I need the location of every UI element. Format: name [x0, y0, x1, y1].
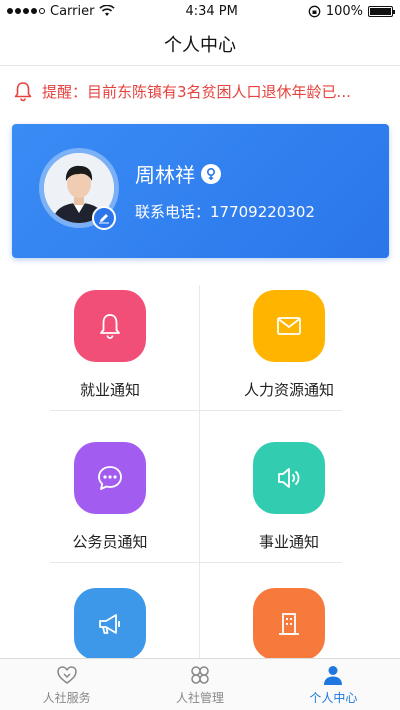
notice-banner[interactable]: 提醒：目前东陈镇有3名贫困人口退休年龄已... [0, 66, 400, 116]
tab-label: 个人中心 [309, 690, 358, 705]
menu-item-label: 人力资源通知 [243, 381, 334, 399]
heart-icon [56, 665, 77, 684]
building-icon [279, 613, 299, 635]
carrier-area: Carrier [7, 3, 116, 19]
announcement-tile [74, 588, 146, 660]
wifi-icon [99, 5, 116, 16]
carrier-label: Carrier [50, 3, 95, 19]
menu-item-public-institution[interactable]: 事业通知 [200, 437, 378, 589]
clover-icon [191, 665, 209, 684]
menu-item-label: 公务员通知 [72, 533, 148, 551]
status-bar: Carrier 4:34 PM 100% [0, 0, 400, 22]
person-icon [324, 665, 343, 685]
battery-percent: 100% [325, 3, 363, 19]
menu-item-civil-service[interactable]: 公务员通知 [21, 437, 199, 589]
mail-icon [277, 317, 301, 335]
civil-service-tile [74, 442, 146, 514]
pencil-icon [99, 214, 109, 224]
megaphone-icon [99, 614, 120, 634]
tab-label: 人社服务 [42, 690, 91, 705]
enterprise-tile [253, 588, 325, 660]
chat-icon [98, 466, 122, 490]
employment-tile [74, 290, 146, 362]
tab-label: 人社管理 [175, 690, 224, 705]
avatar-ring [39, 148, 119, 230]
female-icon [201, 163, 221, 184]
profile-phone: 联系电话：17709220302 [135, 203, 315, 221]
profile-card[interactable]: 周林祥 联系电话：17709220302 [12, 124, 389, 258]
battery-icon [368, 5, 395, 17]
speaker-icon [278, 468, 300, 488]
public-institution-tile [253, 442, 325, 514]
status-time: 4:34 PM [185, 3, 238, 19]
orientation-lock-icon [308, 5, 321, 17]
bell-outline-icon [14, 82, 32, 102]
profile-name: 周林祥 [135, 163, 195, 187]
tab-hr-management[interactable]: 人社管理 [133, 659, 266, 710]
signal-icon [7, 8, 45, 14]
profile-name-row: 周林祥 [135, 159, 221, 188]
tab-hr-services[interactable]: 人社服务 [0, 659, 133, 710]
menu-item-label: 事业通知 [258, 533, 319, 551]
menu-item-employment[interactable]: 就业通知 [21, 285, 199, 437]
page-title: 个人中心 [0, 22, 400, 66]
tab-personal-center[interactable]: 个人中心 [267, 659, 400, 710]
notice-text: 提醒：目前东陈镇有3名贫困人口退休年龄已... [42, 82, 351, 101]
tab-bar: 人社服务 人社管理 个人中心 [0, 658, 400, 710]
menu-item-label: 就业通知 [79, 381, 140, 399]
menu-item-hr[interactable]: 人力资源通知 [200, 285, 378, 437]
hr-tile [253, 290, 325, 362]
battery-area: 100% [308, 3, 395, 19]
bell-icon [100, 314, 120, 339]
edit-avatar-button[interactable] [92, 206, 116, 230]
